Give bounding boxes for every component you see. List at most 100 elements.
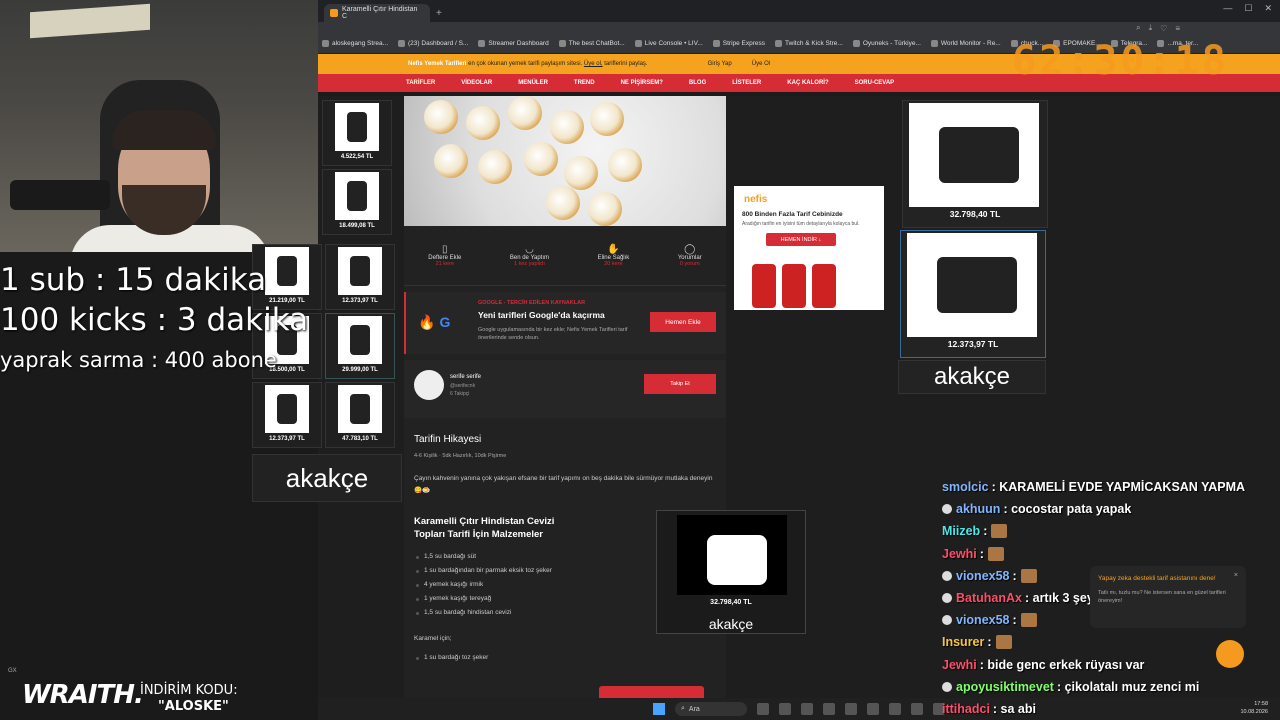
chat-username[interactable]: Jewhi (942, 547, 977, 561)
add-now-button[interactable]: Hemen Ekle (650, 312, 716, 332)
chat-text: : KARAMELİ EVDE YAPMİCAKSAN YAPMA (991, 480, 1246, 495)
bookmark-item[interactable]: Twitch & Kick Stre... (775, 40, 843, 47)
recipe-main: ▯ Deftere Ekle 21 kere ◡ Ben de Yaptım 1 kez… (404, 96, 806, 698)
bookmark-label: World Monitor - Re... (940, 40, 1001, 47)
chat-username[interactable]: Jewhi (942, 658, 977, 672)
bookmark-favicon-icon (775, 40, 783, 47)
bookmark-item[interactable]: aloskegang Strea... (322, 40, 388, 47)
product-image (909, 103, 1039, 207)
coconut-ball (434, 144, 468, 178)
product-card[interactable]: 12.373,97 TL (252, 382, 322, 448)
menu-icon[interactable]: ≡ (1175, 24, 1180, 33)
heart-icon[interactable]: ♡ (1160, 24, 1167, 33)
download-icon[interactable]: ⤓ (1149, 23, 1153, 33)
red-action-button[interactable] (599, 686, 704, 698)
maximize-icon[interactable]: ☐ (1244, 3, 1252, 14)
nav-item[interactable]: TARİFLER (406, 80, 435, 86)
opera-icon[interactable] (801, 703, 813, 715)
recipe-stats: ▯ Deftere Ekle 21 kere ◡ Ben de Yaptım 1 kez… (404, 226, 726, 286)
google-title: Yeni tarifleri Google'da kaçırma (478, 310, 605, 320)
stat-count: 21 kere (435, 261, 454, 267)
file-explorer-icon[interactable] (779, 703, 791, 715)
akakce-logo[interactable]: akakçe (898, 360, 1046, 394)
chat-username[interactable]: vionex58 (956, 569, 1010, 583)
nav-item[interactable]: VİDEOLAR (461, 80, 492, 86)
product-card[interactable]: 32.798,40 TL (902, 100, 1048, 228)
nav-item[interactable]: MENÜLER (518, 80, 548, 86)
nav-item[interactable]: BLOG (689, 80, 706, 86)
bookmark-item[interactable]: Stripe Express (712, 40, 765, 47)
akakce-logo[interactable]: akakçe (252, 454, 402, 502)
taskbar-search[interactable]: ⌕ Ara (675, 702, 747, 716)
follow-button[interactable]: Takip Et (644, 374, 716, 394)
nav-item[interactable]: KAÇ KALORİ? (787, 80, 828, 86)
coconut-ball (524, 142, 558, 176)
task-view-icon[interactable] (757, 703, 769, 715)
bookmark-item[interactable]: World Monitor - Re... (930, 40, 1001, 47)
chat-username[interactable]: Miizeb (942, 524, 980, 538)
author-name[interactable]: serife serife (450, 374, 481, 380)
avatar[interactable] (414, 370, 444, 400)
nav-item[interactable]: TREND (574, 80, 595, 86)
akakce-logo: akakçe (708, 616, 754, 632)
chat-username[interactable]: smolcic (942, 480, 989, 494)
nav-item[interactable]: NE PİŞİRSEM? (621, 80, 663, 86)
bookmark-item[interactable]: The best ChatBot... (558, 40, 625, 47)
chat-username[interactable]: BatuhanAx (956, 591, 1022, 605)
minimize-icon[interactable]: — (1223, 3, 1232, 14)
inline-product-ad[interactable]: 32.798,40 TL akakçe (656, 510, 806, 634)
close-icon[interactable]: × (1234, 572, 1238, 579)
stat-comments[interactable]: ◯ Yorumlar 0 yorum (678, 244, 702, 267)
nav-item[interactable]: LİSTELER (732, 80, 761, 86)
coconut-ball (590, 102, 624, 136)
product-card[interactable]: 12.373,97 TL (900, 230, 1046, 358)
ad-desc: Aradığın tarifin en iyisini tüm detaylar… (742, 221, 860, 227)
stat-like[interactable]: ✋ Eline Sağlık 20 kere (598, 244, 630, 267)
login-link[interactable]: Giriş Yap (708, 61, 732, 67)
product-card[interactable]: 12.373,97 TL (325, 244, 395, 310)
bookmark-item[interactable]: (23) Dashboard / S... (398, 40, 468, 47)
chat-username[interactable]: akhuun (956, 502, 1000, 516)
chatbot-icon[interactable] (1216, 640, 1244, 668)
chat-text: : bide genc erkek rüyası var (979, 657, 1145, 672)
nav-item[interactable]: SORU-CEVAP (855, 80, 895, 86)
product-image (265, 247, 309, 295)
browser-tab-active[interactable]: Karamelli Çıtır Hindistan C (324, 4, 430, 22)
stat-bookmark[interactable]: ▯ Deftere Ekle 21 kere (428, 244, 461, 267)
signup-link[interactable]: Üye ol, (584, 61, 603, 67)
product-price: 12.373,97 TL (947, 339, 999, 349)
chat-username[interactable]: vionex58 (956, 613, 1010, 627)
bookmark-item[interactable]: Oyuneks - Türkiye... (852, 40, 921, 47)
nefis-app-ad[interactable]: nefis 800 Binden Fazla Tarif Cebinizde A… (734, 186, 884, 310)
chat-text: : (1012, 613, 1017, 628)
chat-badge-icon (942, 615, 952, 626)
hands-icon: ✋ (607, 244, 620, 255)
spotify-icon[interactable] (845, 703, 857, 715)
chat-text: : sa abi (992, 701, 1036, 716)
signup-button[interactable]: Üye Ol (752, 61, 770, 67)
xbox-icon[interactable] (911, 703, 923, 715)
app-icon[interactable] (889, 703, 901, 715)
discord-icon[interactable] (823, 703, 835, 715)
windows-start-icon[interactable] (653, 703, 665, 715)
product-image (338, 385, 382, 433)
chat-username[interactable]: ittihadci (942, 702, 990, 716)
search-icon[interactable]: ⌕ (1136, 23, 1140, 33)
bookmark-item[interactable]: Live Console • LIV... (634, 40, 703, 47)
download-button[interactable]: HEMEN İNDİR ↓ (766, 233, 836, 246)
product-card[interactable]: 29.999,00 TL (325, 313, 395, 379)
close-icon[interactable]: ✕ (1264, 3, 1272, 14)
chat-username[interactable]: Insurer (942, 635, 984, 649)
bookmark-item[interactable]: Streamer Dashboard (478, 40, 549, 47)
stat-count: 0 yorum (679, 261, 700, 267)
stat-made[interactable]: ◡ Ben de Yaptım 1 kez yapıldı (510, 244, 549, 267)
steam-icon[interactable] (867, 703, 879, 715)
notebook-icon: ▯ (442, 244, 448, 255)
product-card[interactable]: 4.522,54 TL (322, 100, 392, 166)
product-card[interactable]: 47.783,10 TL (325, 382, 395, 448)
chat-text: : (1012, 568, 1017, 583)
product-card[interactable]: 18.499,08 TL (322, 169, 392, 235)
chat-username[interactable]: apoyusiktimevet (956, 680, 1054, 694)
coconut-ball (564, 156, 598, 190)
new-tab-icon[interactable]: + (436, 8, 442, 19)
